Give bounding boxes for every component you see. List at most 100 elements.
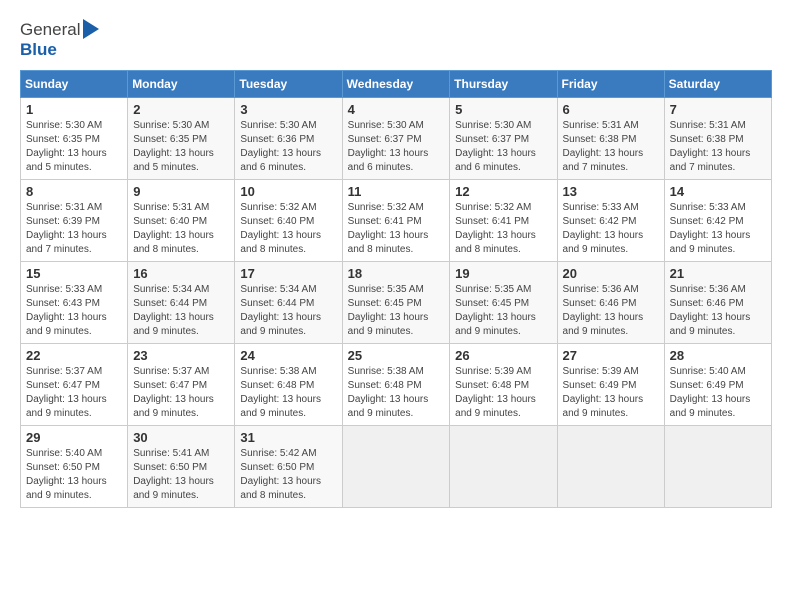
day-number: 18	[348, 266, 445, 281]
day-number: 7	[670, 102, 766, 117]
day-info: Sunrise: 5:38 AMSunset: 6:48 PMDaylight:…	[240, 365, 336, 421]
calendar-day-cell: 23 Sunrise: 5:37 AMSunset: 6:47 PMDayligh…	[128, 344, 235, 426]
calendar-day-cell: 3 Sunrise: 5:30 AMSunset: 6:36 PMDaylight…	[235, 98, 342, 180]
page-header: General Blue	[20, 20, 772, 60]
calendar-day-cell: 14 Sunrise: 5:33 AMSunset: 6:42 PMDayligh…	[664, 180, 771, 262]
logo-general: General	[20, 20, 80, 40]
calendar-week-row: 22 Sunrise: 5:37 AMSunset: 6:47 PMDayligh…	[21, 344, 772, 426]
day-number: 12	[455, 184, 551, 199]
day-number: 17	[240, 266, 336, 281]
day-info: Sunrise: 5:30 AMSunset: 6:35 PMDaylight:…	[133, 119, 229, 175]
day-info: Sunrise: 5:41 AMSunset: 6:50 PMDaylight:…	[133, 447, 229, 503]
day-number: 31	[240, 430, 336, 445]
day-info: Sunrise: 5:37 AMSunset: 6:47 PMDaylight:…	[133, 365, 229, 421]
day-info: Sunrise: 5:36 AMSunset: 6:46 PMDaylight:…	[563, 283, 659, 339]
day-info: Sunrise: 5:35 AMSunset: 6:45 PMDaylight:…	[348, 283, 445, 339]
day-info: Sunrise: 5:32 AMSunset: 6:41 PMDaylight:…	[455, 201, 551, 257]
calendar-day-header: Thursday	[450, 71, 557, 98]
day-number: 21	[670, 266, 766, 281]
calendar-day-cell: 10Sunrise: 5:32 AMSunset: 6:40 PMDayligh…	[235, 180, 342, 262]
day-number: 27	[563, 348, 659, 363]
day-number: 3	[240, 102, 336, 117]
calendar-day-cell: 15 Sunrise: 5:33 AMSunset: 6:43 PMDayligh…	[21, 262, 128, 344]
day-number: 26	[455, 348, 551, 363]
calendar-day-cell: 31 Sunrise: 5:42 AMSunset: 6:50 PMDayligh…	[235, 426, 342, 508]
calendar-day-header: Sunday	[21, 71, 128, 98]
day-number: 6	[563, 102, 659, 117]
calendar-day-cell: 2 Sunrise: 5:30 AMSunset: 6:35 PMDaylight…	[128, 98, 235, 180]
day-number: 13	[563, 184, 659, 199]
calendar-week-row: 15 Sunrise: 5:33 AMSunset: 6:43 PMDayligh…	[21, 262, 772, 344]
day-info: Sunrise: 5:30 AMSunset: 6:37 PMDaylight:…	[455, 119, 551, 175]
calendar-week-row: 29 Sunrise: 5:40 AMSunset: 6:50 PMDayligh…	[21, 426, 772, 508]
calendar-day-header: Monday	[128, 71, 235, 98]
day-number: 8	[26, 184, 122, 199]
calendar-day-cell: 12 Sunrise: 5:32 AMSunset: 6:41 PMDayligh…	[450, 180, 557, 262]
day-number: 11	[348, 184, 445, 199]
calendar-day-cell: 28Sunrise: 5:40 AMSunset: 6:49 PMDayligh…	[664, 344, 771, 426]
calendar-week-row: 8 Sunrise: 5:31 AMSunset: 6:39 PMDaylight…	[21, 180, 772, 262]
calendar-day-cell: 7 Sunrise: 5:31 AMSunset: 6:38 PMDaylight…	[664, 98, 771, 180]
day-info: Sunrise: 5:33 AMSunset: 6:43 PMDaylight:…	[26, 283, 122, 339]
calendar-day-cell	[557, 426, 664, 508]
calendar-day-cell	[450, 426, 557, 508]
day-info: Sunrise: 5:30 AMSunset: 6:35 PMDaylight:…	[26, 119, 122, 175]
day-number: 20	[563, 266, 659, 281]
day-number: 22	[26, 348, 122, 363]
day-number: 16	[133, 266, 229, 281]
calendar-day-header: Friday	[557, 71, 664, 98]
calendar-day-cell: 27Sunrise: 5:39 AMSunset: 6:49 PMDayligh…	[557, 344, 664, 426]
calendar-day-cell: 11 Sunrise: 5:32 AMSunset: 6:41 PMDayligh…	[342, 180, 450, 262]
day-number: 30	[133, 430, 229, 445]
calendar-day-cell: 8 Sunrise: 5:31 AMSunset: 6:39 PMDaylight…	[21, 180, 128, 262]
calendar-week-row: 1 Sunrise: 5:30 AMSunset: 6:35 PMDaylight…	[21, 98, 772, 180]
day-info: Sunrise: 5:35 AMSunset: 6:45 PMDaylight:…	[455, 283, 551, 339]
day-number: 25	[348, 348, 445, 363]
calendar-day-cell: 26 Sunrise: 5:39 AMSunset: 6:48 PMDayligh…	[450, 344, 557, 426]
day-info: Sunrise: 5:39 AMSunset: 6:48 PMDaylight:…	[455, 365, 551, 421]
calendar-table: SundayMondayTuesdayWednesdayThursdayFrid…	[20, 70, 772, 508]
calendar-day-cell: 16 Sunrise: 5:34 AMSunset: 6:44 PMDayligh…	[128, 262, 235, 344]
calendar-day-cell: 29 Sunrise: 5:40 AMSunset: 6:50 PMDayligh…	[21, 426, 128, 508]
day-info: Sunrise: 5:38 AMSunset: 6:48 PMDaylight:…	[348, 365, 445, 421]
day-info: Sunrise: 5:40 AMSunset: 6:50 PMDaylight:…	[26, 447, 122, 503]
day-info: Sunrise: 5:31 AMSunset: 6:39 PMDaylight:…	[26, 201, 122, 257]
day-info: Sunrise: 5:37 AMSunset: 6:47 PMDaylight:…	[26, 365, 122, 421]
day-number: 2	[133, 102, 229, 117]
calendar-day-header: Wednesday	[342, 71, 450, 98]
day-info: Sunrise: 5:33 AMSunset: 6:42 PMDaylight:…	[670, 201, 766, 257]
day-number: 15	[26, 266, 122, 281]
day-info: Sunrise: 5:32 AMSunset: 6:41 PMDaylight:…	[348, 201, 445, 257]
calendar-day-cell: 4 Sunrise: 5:30 AMSunset: 6:37 PMDaylight…	[342, 98, 450, 180]
day-number: 5	[455, 102, 551, 117]
day-info: Sunrise: 5:42 AMSunset: 6:50 PMDaylight:…	[240, 447, 336, 503]
day-number: 24	[240, 348, 336, 363]
day-info: Sunrise: 5:30 AMSunset: 6:37 PMDaylight:…	[348, 119, 445, 175]
calendar-day-cell: 9Sunrise: 5:31 AMSunset: 6:40 PMDaylight…	[128, 180, 235, 262]
day-number: 29	[26, 430, 122, 445]
day-info: Sunrise: 5:30 AMSunset: 6:36 PMDaylight:…	[240, 119, 336, 175]
day-info: Sunrise: 5:40 AMSunset: 6:49 PMDaylight:…	[670, 365, 766, 421]
day-number: 14	[670, 184, 766, 199]
calendar-day-cell: 1 Sunrise: 5:30 AMSunset: 6:35 PMDaylight…	[21, 98, 128, 180]
calendar-day-cell: 18 Sunrise: 5:35 AMSunset: 6:45 PMDayligh…	[342, 262, 450, 344]
calendar-day-cell: 25 Sunrise: 5:38 AMSunset: 6:48 PMDayligh…	[342, 344, 450, 426]
calendar-day-cell: 30 Sunrise: 5:41 AMSunset: 6:50 PMDayligh…	[128, 426, 235, 508]
calendar-day-cell: 17 Sunrise: 5:34 AMSunset: 6:44 PMDayligh…	[235, 262, 342, 344]
calendar-day-cell	[664, 426, 771, 508]
day-number: 23	[133, 348, 229, 363]
calendar-day-cell	[342, 426, 450, 508]
day-info: Sunrise: 5:31 AMSunset: 6:40 PMDaylight:…	[133, 201, 229, 257]
day-info: Sunrise: 5:36 AMSunset: 6:46 PMDaylight:…	[670, 283, 766, 339]
day-number: 1	[26, 102, 122, 117]
calendar-header-row: SundayMondayTuesdayWednesdayThursdayFrid…	[21, 71, 772, 98]
day-info: Sunrise: 5:33 AMSunset: 6:42 PMDaylight:…	[563, 201, 659, 257]
day-number: 19	[455, 266, 551, 281]
day-info: Sunrise: 5:34 AMSunset: 6:44 PMDaylight:…	[240, 283, 336, 339]
day-info: Sunrise: 5:34 AMSunset: 6:44 PMDaylight:…	[133, 283, 229, 339]
day-number: 4	[348, 102, 445, 117]
calendar-day-cell: 19 Sunrise: 5:35 AMSunset: 6:45 PMDayligh…	[450, 262, 557, 344]
day-info: Sunrise: 5:31 AMSunset: 6:38 PMDaylight:…	[670, 119, 766, 175]
calendar-day-cell: 6Sunrise: 5:31 AMSunset: 6:38 PMDaylight…	[557, 98, 664, 180]
logo-blue: Blue	[20, 40, 99, 60]
